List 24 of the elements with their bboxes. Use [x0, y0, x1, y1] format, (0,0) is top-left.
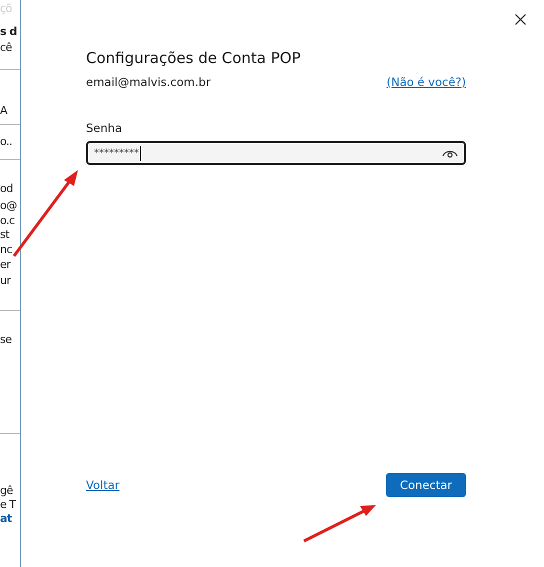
text-fragment: st	[0, 228, 10, 242]
text-fragment: o..	[0, 135, 14, 149]
text-fragment: s d	[0, 25, 18, 39]
password-field[interactable]: *********	[86, 141, 466, 165]
dialog-title: Configurações de Conta POP	[86, 49, 302, 67]
text-fragment: ur	[0, 274, 12, 288]
text-fragment: A	[0, 104, 8, 118]
text-fragment: nc	[0, 243, 14, 257]
text-fragment: gê	[0, 484, 14, 498]
text-fragment: o.c	[0, 214, 16, 228]
link-fragment[interactable]: at	[0, 512, 20, 526]
text-fragment: cê	[0, 41, 13, 55]
text-fragment: od	[0, 182, 14, 196]
connect-button[interactable]: Conectar	[386, 473, 466, 497]
eye-icon[interactable]	[442, 148, 458, 158]
password-label: Senha	[86, 121, 123, 135]
text-fragment: se	[0, 333, 12, 347]
back-link[interactable]: Voltar	[86, 478, 120, 492]
text-fragment: er	[0, 258, 12, 272]
not-you-link[interactable]: (Não é você?)	[386, 75, 466, 89]
text-fragment: e T	[0, 498, 17, 512]
text-fragment: o@	[0, 199, 18, 213]
email-address: email@malvis.com.br	[86, 75, 211, 89]
close-icon	[515, 14, 526, 25]
